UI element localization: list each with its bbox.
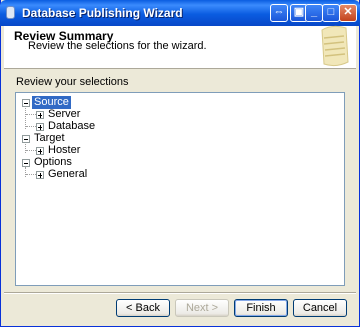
footer-divider [4, 292, 356, 294]
expand-icon[interactable] [36, 147, 44, 155]
wizard-window: Database Publishing Wizard ⇔ ▣ _ □ ✕ Rev… [0, 0, 360, 327]
collapse-icon[interactable] [22, 99, 30, 107]
collapse-icon[interactable] [22, 159, 30, 167]
cancel-button[interactable]: Cancel [293, 299, 347, 317]
help-icon[interactable]: ⇔ [270, 4, 288, 22]
window-title: Database Publishing Wizard [22, 6, 183, 20]
collapse-icon[interactable] [22, 135, 30, 143]
expand-icon[interactable] [36, 171, 44, 179]
review-selections-label: Review your selections [16, 76, 129, 88]
database-icon [6, 6, 15, 19]
wizard-header: Review Summary Review the selections for… [4, 25, 356, 69]
back-button[interactable]: < Back [116, 299, 170, 317]
page-subtitle: Review the selections for the wizard. [28, 40, 207, 52]
minimize-icon[interactable]: _ [305, 4, 323, 22]
finish-button[interactable]: Finish [234, 299, 288, 317]
tree-node-label: General [48, 168, 88, 180]
maximize-icon[interactable]: □ [322, 4, 340, 22]
title-bar[interactable]: Database Publishing Wizard ⇔ ▣ _ □ ✕ [0, 0, 360, 26]
expand-icon[interactable] [36, 123, 44, 131]
tree-node-general[interactable]: General [16, 168, 216, 181]
selections-tree[interactable]: Source Server Database Target Hoster Opt… [15, 92, 345, 286]
next-button[interactable]: Next > [175, 299, 229, 317]
expand-icon[interactable] [36, 111, 44, 119]
wizard-scroll-icon [321, 25, 349, 67]
close-icon[interactable]: ✕ [339, 4, 357, 22]
